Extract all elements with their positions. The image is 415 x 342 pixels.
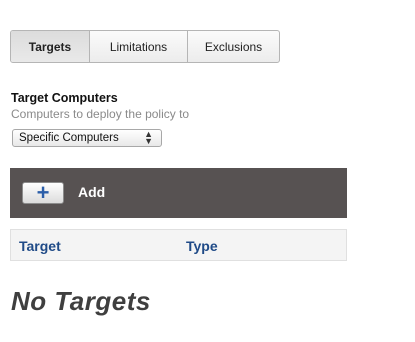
add-label[interactable]: Add: [78, 184, 105, 200]
tab-targets[interactable]: Targets: [11, 31, 90, 62]
section-title: Target Computers: [11, 91, 118, 105]
plus-icon: +: [36, 180, 50, 205]
column-header-type[interactable]: Type: [186, 238, 218, 254]
select-stepper-icon: ▲ ▼: [144, 129, 153, 146]
add-button[interactable]: +: [22, 182, 64, 204]
empty-state-message: No Targets: [11, 286, 151, 316]
column-header-target[interactable]: Target: [19, 238, 61, 254]
table-header: Target Type: [10, 229, 347, 261]
target-scope-select[interactable]: Specific Computers ▲ ▼: [12, 129, 162, 147]
tab-bar: Targets Limitations Exclusions: [10, 30, 280, 63]
tab-limitations[interactable]: Limitations: [90, 31, 188, 62]
select-value: Specific Computers: [19, 132, 119, 144]
tab-exclusions[interactable]: Exclusions: [188, 31, 279, 62]
targets-toolbar: + Add: [10, 168, 347, 218]
section-subtitle: Computers to deploy the policy to: [11, 107, 190, 121]
